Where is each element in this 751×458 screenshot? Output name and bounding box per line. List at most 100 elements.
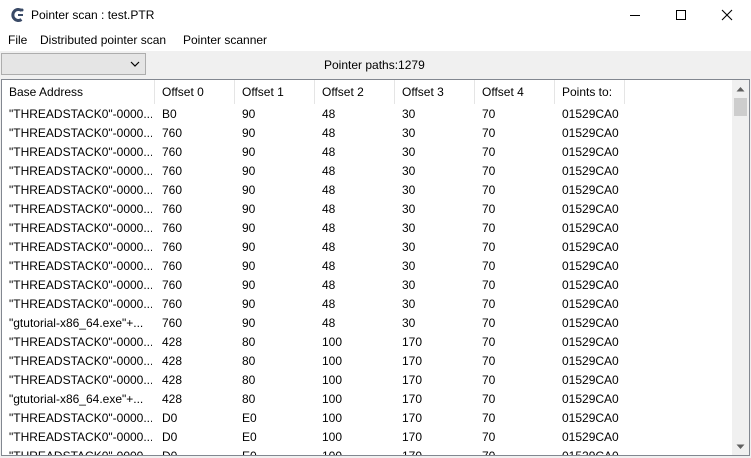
column-header-offset-2[interactable]: Offset 2 [315, 80, 395, 104]
cell-offset-2: 48 [322, 164, 336, 178]
cell-offset-1: 90 [242, 297, 256, 311]
cell-offset-4: 70 [482, 373, 496, 387]
cell-offset-4: 70 [482, 278, 496, 292]
table-row[interactable]: "gtutorial-x86_64.exe"+... 760 90 48 30 70 015… [2, 313, 732, 332]
cell-offset-4: 70 [482, 240, 496, 254]
table-row[interactable]: "THREADSTACK0"-0000... 760 90 48 30 70 01529CA… [2, 123, 732, 142]
filter-combobox[interactable] [1, 53, 146, 75]
cell-offset-2: 100 [322, 430, 343, 444]
cell-base-address: "THREADSTACK0"-0000... [9, 259, 152, 273]
cell-points-to: 01529CA0 [562, 354, 619, 368]
table-row[interactable]: "THREADSTACK0"-0000... 760 90 48 30 70 01529CA… [2, 256, 732, 275]
menu-pointer-scanner[interactable]: Pointer scanner [183, 33, 267, 47]
cell-base-address: "THREADSTACK0"-0000... [9, 411, 152, 425]
cell-points-to: 01529CA0 [562, 164, 619, 178]
table-row[interactable]: "THREADSTACK0"-0000... B0 90 48 30 70 01529CA0 [2, 104, 732, 123]
scroll-thumb[interactable] [734, 98, 747, 116]
cell-offset-3: 30 [402, 316, 416, 330]
cell-offset-4: 70 [482, 335, 496, 349]
cell-points-to: 01529CA0 [562, 411, 619, 425]
table-row[interactable]: "THREADSTACK0"-0000... 428 80 100 170 70 01529… [2, 332, 732, 351]
column-header-points-to[interactable]: Points to: [555, 80, 625, 104]
cell-offset-3: 30 [402, 164, 416, 178]
chevron-down-icon [130, 61, 140, 67]
cell-offset-3: 30 [402, 297, 416, 311]
cell-base-address: "THREADSTACK0"-0000... [9, 202, 152, 216]
cell-points-to: 01529CA0 [562, 145, 619, 159]
scroll-up-button[interactable] [732, 80, 749, 97]
cell-offset-1: 80 [242, 373, 256, 387]
cell-base-address: "THREADSTACK0"-0000... [9, 373, 152, 387]
maximize-button[interactable] [658, 0, 704, 30]
cell-offset-3: 30 [402, 259, 416, 273]
table-row[interactable]: "THREADSTACK0"-0000... 760 90 48 30 70 01529CA… [2, 294, 732, 313]
cell-points-to: 01529CA0 [562, 221, 619, 235]
scroll-down-button[interactable] [732, 438, 749, 455]
table-row[interactable]: "THREADSTACK0"-0000... 760 90 48 30 70 01529CA… [2, 237, 732, 256]
cell-points-to: 01529CA0 [562, 183, 619, 197]
cell-offset-0: 428 [162, 392, 183, 406]
close-button[interactable] [704, 0, 750, 30]
cell-offset-2: 48 [322, 202, 336, 216]
cell-base-address: "THREADSTACK0"-0000... [9, 126, 152, 140]
column-header-offset-3[interactable]: Offset 3 [395, 80, 475, 104]
menu-distributed-pointer-scan[interactable]: Distributed pointer scan [40, 33, 166, 47]
cell-offset-2: 100 [322, 335, 343, 349]
table-row[interactable]: "THREADSTACK0"-0000... 428 80 100 170 70 01529… [2, 370, 732, 389]
cell-points-to: 01529CA0 [562, 316, 619, 330]
cell-points-to: 01529CA0 [562, 297, 619, 311]
cell-offset-0: 760 [162, 183, 183, 197]
table-row[interactable]: "THREADSTACK0"-0000... 760 90 48 30 70 01529CA… [2, 142, 732, 161]
minimize-button[interactable] [612, 0, 658, 30]
cell-offset-1: 90 [242, 183, 256, 197]
table-row[interactable]: "THREADSTACK0"-0000... 760 90 48 30 70 01529CA… [2, 218, 732, 237]
cell-points-to: 01529CA0 [562, 107, 619, 121]
table-header: Base Address Offset 0 Offset 1 Offset 2 … [2, 80, 732, 104]
table-row[interactable]: "THREADSTACK0"-0000... 760 90 48 30 70 01529CA… [2, 161, 732, 180]
pointer-results-table[interactable]: Base Address Offset 0 Offset 1 Offset 2 … [1, 79, 750, 456]
cell-offset-0: 428 [162, 373, 183, 387]
window-title: Pointer scan : test.PTR [31, 8, 155, 22]
cell-base-address: "THREADSTACK0"-0000... [9, 335, 152, 349]
cell-offset-4: 70 [482, 183, 496, 197]
cell-base-address: "gtutorial-x86_64.exe"+... [9, 392, 144, 406]
table-row[interactable]: "THREADSTACK0"-0000... 760 90 48 30 70 01529CA… [2, 180, 732, 199]
table-row[interactable]: "THREADSTACK0"-0000... 760 90 48 30 70 01529CA… [2, 199, 732, 218]
cell-offset-0: 760 [162, 278, 183, 292]
cell-offset-0: 760 [162, 240, 183, 254]
cell-offset-3: 30 [402, 107, 416, 121]
table-row[interactable]: "THREADSTACK0"-0000... 428 80 100 170 70 01529… [2, 351, 732, 370]
vertical-scrollbar[interactable] [732, 80, 749, 455]
cell-offset-0: 760 [162, 202, 183, 216]
cell-base-address: "THREADSTACK0"-0000... [9, 297, 152, 311]
cell-offset-0: 760 [162, 221, 183, 235]
table-row[interactable]: "THREADSTACK0"-0000... D0 E0 100 170 70 01529C… [2, 408, 732, 427]
column-header-offset-0[interactable]: Offset 0 [155, 80, 235, 104]
cell-offset-2: 48 [322, 259, 336, 273]
cell-offset-1: 90 [242, 126, 256, 140]
cell-offset-1: 90 [242, 107, 256, 121]
cell-offset-0: 428 [162, 354, 183, 368]
cell-offset-2: 48 [322, 145, 336, 159]
menu-file[interactable]: File [8, 33, 27, 47]
table-row[interactable]: "THREADSTACK0"-0000... 760 90 48 30 70 01529CA… [2, 275, 732, 294]
cell-offset-3: 170 [402, 354, 423, 368]
cell-offset-4: 70 [482, 221, 496, 235]
cell-offset-2: 100 [322, 411, 343, 425]
table-row[interactable]: "gtutorial-x86_64.exe"+... 428 80 100 170 70 0… [2, 389, 732, 408]
cell-offset-1: 90 [242, 202, 256, 216]
cell-offset-4: 70 [482, 107, 496, 121]
table-row[interactable]: "THREADSTACK0"-0000... D0 E0 100 170 70 01529C… [2, 446, 732, 455]
cell-offset-1: 90 [242, 145, 256, 159]
column-header-offset-1[interactable]: Offset 1 [235, 80, 315, 104]
column-header-offset-4[interactable]: Offset 4 [475, 80, 555, 104]
cell-points-to: 01529CA0 [562, 259, 619, 273]
cell-offset-2: 48 [322, 107, 336, 121]
title-bar: Pointer scan : test.PTR [0, 0, 751, 30]
cell-offset-4: 70 [482, 316, 496, 330]
cell-points-to: 01529CA0 [562, 392, 619, 406]
table-row[interactable]: "THREADSTACK0"-0000... D0 E0 100 170 70 01529C… [2, 427, 732, 446]
cell-points-to: 01529CA0 [562, 335, 619, 349]
column-header-base-address[interactable]: Base Address [2, 80, 155, 104]
cell-offset-3: 30 [402, 126, 416, 140]
